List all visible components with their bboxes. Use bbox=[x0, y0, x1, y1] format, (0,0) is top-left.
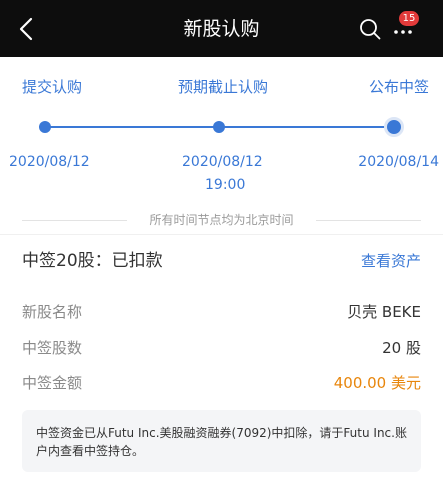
allotted-amount-label: 中签金额 bbox=[22, 374, 83, 392]
stock-name-label: 新股名称 bbox=[22, 303, 83, 321]
allotted-amount-value: 400.00 美元 bbox=[333, 374, 421, 392]
allotted-shares-value: 20 股 bbox=[382, 339, 421, 357]
timezone-note: 所有时间节点均为北京时间 bbox=[22, 212, 421, 228]
timeline-dot-submit bbox=[39, 121, 51, 133]
view-assets-link[interactable]: 查看资产 bbox=[361, 250, 421, 272]
timeline-dot-allotment-current bbox=[384, 117, 404, 137]
step-label-deadline: 预期截止认购 bbox=[178, 78, 269, 96]
search-button[interactable] bbox=[359, 18, 381, 40]
step-time-deadline: 19:00 bbox=[205, 177, 246, 193]
notification-badge: 15 bbox=[399, 11, 419, 26]
allotment-status: 中签20股：已扣款 bbox=[22, 251, 163, 271]
step-label-allotment: 公布中签 bbox=[368, 78, 429, 96]
step-date-allotment: 2020/08/14 bbox=[358, 154, 439, 170]
step-label-submit: 提交认购 bbox=[22, 78, 83, 96]
stock-name-value: 贝壳 BEKE bbox=[347, 303, 421, 321]
deduction-notice: 中签资金已从Futu Inc.美股融资融券(7092)中扣除，请于Futu In… bbox=[22, 410, 421, 472]
step-date-submit: 2020/08/12 bbox=[9, 154, 90, 170]
navigation-bar: 新股认购 15 bbox=[0, 0, 443, 57]
step-date-deadline: 2020/08/12 bbox=[182, 154, 263, 170]
divider-line bbox=[316, 220, 421, 221]
allotted-shares-label: 中签股数 bbox=[22, 339, 83, 357]
section-divider bbox=[0, 234, 443, 235]
search-icon bbox=[360, 19, 381, 40]
timeline-dot-deadline bbox=[213, 121, 225, 133]
